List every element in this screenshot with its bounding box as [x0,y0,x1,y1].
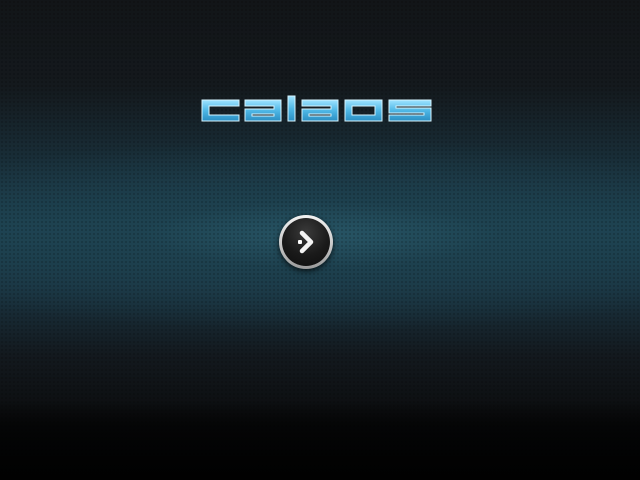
calaos-logo: calaos [199,95,435,125]
logo-mark [201,95,432,122]
chevron-right-icon [298,230,314,254]
next-button[interactable] [279,215,333,269]
bottom-shadow [0,400,640,480]
splash-screen: calaos [0,0,640,480]
next-button-face[interactable] [282,218,330,266]
